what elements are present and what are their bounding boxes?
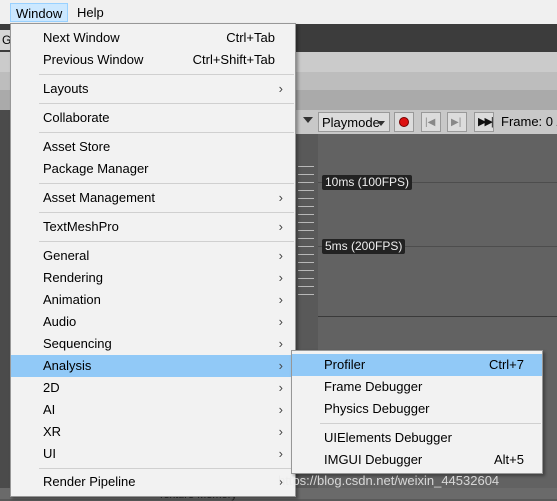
watermark: https://blog.csdn.net/weixin_44532604 [278, 473, 500, 488]
menu-item-label: General [43, 248, 90, 263]
menu-separator [39, 212, 294, 213]
menu-item-imgui-debugger[interactable]: IMGUI Debugger Alt+5 [292, 449, 542, 471]
menu-item-label: Previous Window [43, 52, 144, 67]
graph-resize-handle[interactable] [298, 166, 314, 302]
menu-item-collaborate[interactable]: Collaborate [11, 107, 295, 129]
chevron-right-icon: › [278, 336, 283, 351]
menu-item-label: Frame Debugger [324, 379, 423, 394]
menu-separator [39, 132, 294, 133]
playmode-label: Playmode [322, 115, 380, 130]
menu-item-label: Asset Management [43, 190, 156, 205]
graph-label-10ms: 10ms (100FPS) [322, 175, 413, 190]
menu-item-previous-window[interactable]: Previous Window Ctrl+Shift+Tab [11, 49, 295, 71]
step-back-icon: |◀ [425, 117, 436, 128]
menu-item-sequencing[interactable]: Sequencing › [11, 333, 295, 355]
step-forward-icon: ▶| [451, 117, 462, 128]
menu-item-next-window[interactable]: Next Window Ctrl+Tab [11, 27, 295, 49]
menu-item-label: Sequencing [43, 336, 112, 351]
menu-item-ai[interactable]: AI › [11, 399, 295, 421]
menu-item-label: Rendering [43, 270, 103, 285]
menu-item-ui[interactable]: UI › [11, 443, 295, 465]
menu-item-animation[interactable]: Animation › [11, 289, 295, 311]
chevron-right-icon: › [278, 270, 283, 285]
menu-window[interactable]: Window [10, 3, 69, 22]
menu-item-profiler[interactable]: Profiler Ctrl+7 [292, 354, 542, 376]
menu-item-label: Analysis [43, 358, 92, 373]
menu-separator [39, 468, 294, 469]
menu-item-label: UIElements Debugger [324, 430, 452, 445]
menu-item-render-pipeline[interactable]: Render Pipeline › [11, 471, 295, 493]
menu-item-label: TextMeshPro [43, 219, 119, 234]
menu-item-label: Physics Debugger [324, 401, 430, 416]
menu-item-asset-store[interactable]: Asset Store [11, 136, 295, 158]
menu-item-asset-management[interactable]: Asset Management › [11, 187, 295, 209]
prev-frame-button[interactable]: |◀ [421, 112, 441, 132]
menu-separator [39, 241, 294, 242]
chevron-down-icon [377, 121, 385, 126]
window-menu-dropdown: Next Window Ctrl+Tab Previous Window Ctr… [10, 23, 296, 497]
menu-separator [39, 183, 294, 184]
menu-separator [39, 74, 294, 75]
menu-item-physics-debugger[interactable]: Physics Debugger [292, 398, 542, 420]
menu-item-label: AI [43, 402, 56, 417]
menu-item-label: Audio [43, 314, 77, 329]
menu-item-label: Asset Store [43, 139, 111, 154]
menu-item-label: Collaborate [43, 110, 110, 125]
record-button[interactable] [394, 112, 414, 132]
record-icon [399, 117, 409, 127]
chevron-right-icon: › [278, 292, 283, 307]
menu-separator [39, 103, 294, 104]
menu-item-2d[interactable]: 2D › [11, 377, 295, 399]
menu-item-layouts[interactable]: Layouts › [11, 78, 295, 100]
menu-item-label: Layouts [43, 81, 89, 96]
menu-item-label: Next Window [43, 30, 120, 45]
modules-dropdown-arrow-icon[interactable] [303, 117, 313, 123]
menu-item-xr[interactable]: XR › [11, 421, 295, 443]
menu-item-label: Profiler [324, 357, 366, 372]
menu-bar: Window Help [0, 0, 557, 24]
current-frame-button[interactable]: ▶▶| [474, 112, 494, 132]
menu-item-label: 2D [43, 380, 60, 395]
menu-item-general[interactable]: General › [11, 245, 295, 267]
analysis-submenu: Profiler Ctrl+7 Frame Debugger Physics D… [291, 350, 543, 474]
menu-item-label: Animation [43, 292, 101, 307]
menu-item-shortcut: Ctrl+7 [488, 357, 524, 372]
chevron-right-icon: › [278, 314, 283, 329]
menu-help[interactable]: Help [72, 3, 109, 22]
menu-item-frame-debugger[interactable]: Frame Debugger [292, 376, 542, 398]
chevron-right-icon: › [278, 248, 283, 263]
chevron-right-icon: › [278, 358, 283, 373]
menu-item-shortcut: Ctrl+Tab [226, 30, 275, 45]
chevron-right-icon: › [278, 81, 283, 96]
menu-item-textmeshpro[interactable]: TextMeshPro › [11, 216, 295, 238]
menu-item-label: Package Manager [43, 161, 149, 176]
menu-separator [320, 423, 541, 424]
frame-counter: Frame: 0 / [501, 114, 557, 129]
fast-forward-icon: ▶▶| [478, 116, 494, 128]
menu-item-audio[interactable]: Audio › [11, 311, 295, 333]
chevron-right-icon: › [278, 402, 283, 417]
chevron-right-icon: › [278, 219, 283, 234]
menu-item-shortcut: Ctrl+Shift+Tab [192, 52, 275, 67]
graph-label-5ms: 5ms (200FPS) [322, 239, 406, 254]
chevron-right-icon: › [278, 424, 283, 439]
menu-item-uielements-debugger[interactable]: UIElements Debugger [292, 427, 542, 449]
menu-item-package-manager[interactable]: Package Manager [11, 158, 295, 180]
menu-item-label: Render Pipeline [43, 474, 136, 489]
menu-item-label: XR [43, 424, 62, 439]
chevron-right-icon: › [278, 446, 283, 461]
chevron-right-icon: › [278, 190, 283, 205]
playmode-dropdown[interactable]: Playmode [318, 112, 390, 132]
menu-item-shortcut: Alt+5 [494, 452, 524, 467]
menu-item-label: UI [43, 446, 56, 461]
menu-item-analysis[interactable]: Analysis › [11, 355, 295, 377]
graph-separator [318, 316, 557, 317]
next-frame-button[interactable]: ▶| [447, 112, 467, 132]
chevron-right-icon: › [278, 380, 283, 395]
menu-item-rendering[interactable]: Rendering › [11, 267, 295, 289]
menu-item-label: IMGUI Debugger [324, 452, 423, 467]
